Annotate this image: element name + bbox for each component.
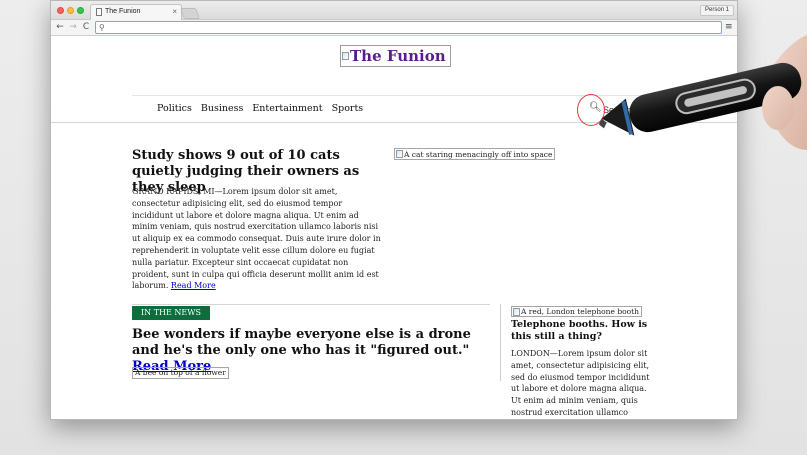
zoom-window-button[interactable]: [77, 7, 84, 14]
close-window-button[interactable]: [57, 7, 64, 14]
nav-politics[interactable]: Politics: [157, 103, 192, 114]
divider: [132, 304, 490, 305]
logo-alt-text: The Funion: [350, 47, 446, 65]
search-icon: ⚲: [99, 23, 105, 32]
red-annotation-circle: [577, 94, 605, 126]
feature-body: GRAND RAPIDS, MI—Lorem ipsum dolor sit a…: [132, 187, 381, 291]
bee-image: A bee on top of a flower: [132, 367, 229, 379]
reload-icon[interactable]: C: [80, 21, 92, 33]
divider: [132, 95, 659, 96]
page-icon: [96, 8, 102, 16]
profile-button[interactable]: Person 1: [699, 5, 734, 16]
broken-image-icon: [342, 52, 349, 60]
title-bar: The Funion × Person 1: [51, 1, 737, 20]
tab-title: The Funion: [105, 8, 141, 15]
divider: [51, 122, 737, 123]
vertical-divider: [500, 304, 501, 381]
sidebar-body: LONDON—Lorem ipsum dolor sit amet, conse…: [511, 349, 650, 417]
search-label: Search: [603, 105, 632, 115]
broken-image-icon: [513, 307, 520, 316]
telephone-booth-image: A red, London telephone booth: [511, 306, 643, 317]
browser-window: The Funion × Person 1 ← → C ⚲ ≡ The Funi…: [50, 0, 738, 420]
forward-arrow-icon[interactable]: →: [67, 21, 79, 33]
in-the-news-label: IN THE NEWS: [132, 306, 210, 320]
browser-tab[interactable]: The Funion ×: [90, 4, 182, 20]
sidebar-headline[interactable]: Telephone booths. How is this still a th…: [511, 319, 651, 343]
site-nav: Politics Business Entertainment Sports: [157, 103, 363, 114]
nav-entertainment[interactable]: Entertainment: [252, 103, 322, 114]
broken-image-icon: [396, 150, 403, 158]
address-bar[interactable]: ⚲: [95, 21, 722, 34]
site-logo[interactable]: The Funion: [340, 45, 451, 67]
feature-read-more-link[interactable]: Read More: [171, 281, 216, 290]
minimize-window-button[interactable]: [67, 7, 74, 14]
browser-toolbar: ← → C ⚲ ≡: [51, 20, 737, 36]
booth-image-alt: A red, London telephone booth: [521, 307, 640, 316]
nav-sports[interactable]: Sports: [332, 103, 364, 114]
nav-business[interactable]: Business: [201, 103, 244, 114]
web-page: The Funion Politics Business Entertainme…: [51, 36, 737, 419]
back-arrow-icon[interactable]: ←: [54, 21, 66, 33]
cat-image: A cat staring menacingly off into space: [394, 148, 556, 160]
close-tab-icon[interactable]: ×: [172, 7, 177, 16]
menu-icon[interactable]: ≡: [725, 22, 734, 32]
new-tab-button[interactable]: [179, 8, 201, 19]
cat-image-alt: A cat staring menacingly off into space: [404, 149, 553, 159]
